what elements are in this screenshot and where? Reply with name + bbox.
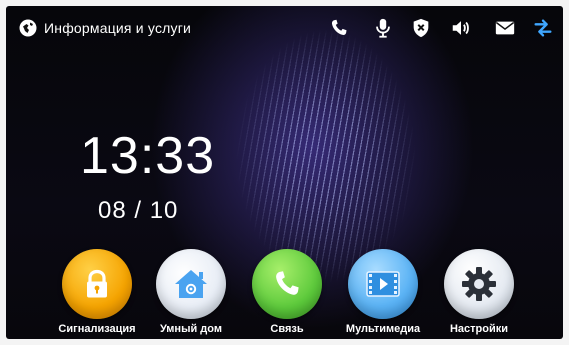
multimedia-icon xyxy=(366,271,400,297)
status-bar: Информация и услуги xyxy=(6,6,563,48)
clock-time: 13:33 xyxy=(80,127,216,185)
phone-icon xyxy=(276,271,299,295)
app-settings-button[interactable] xyxy=(444,249,514,319)
microphone-icon[interactable] xyxy=(372,17,394,39)
app-communication-label: Связь xyxy=(270,323,304,335)
app-smart-home-button[interactable] xyxy=(156,249,226,319)
clock-date: 08 / 10 xyxy=(98,197,179,224)
app-communication[interactable]: Связь xyxy=(242,249,332,339)
phone-icon[interactable] xyxy=(328,17,350,39)
app-alarm[interactable]: Сигнализация xyxy=(52,249,142,339)
speaker-icon[interactable] xyxy=(450,17,472,39)
app-settings-label: Настройки xyxy=(449,323,509,335)
app-alarm-label: Сигнализация xyxy=(58,323,136,335)
app-settings[interactable]: Настройки xyxy=(434,249,524,339)
gear-icon xyxy=(462,267,496,301)
shield-x-icon[interactable] xyxy=(410,17,432,39)
lock-icon xyxy=(87,269,107,298)
app-smart-home-label: Умный дом xyxy=(160,323,222,335)
mail-icon[interactable] xyxy=(493,17,517,39)
app-multimedia-label: Мультимедиа xyxy=(345,323,421,335)
home-screen: Информация и услуги 13:33 08 / 10 Сигнал… xyxy=(6,6,563,339)
app-smart-home[interactable]: Умный дом xyxy=(146,249,236,339)
app-multimedia[interactable]: Мультимедиа xyxy=(338,249,428,339)
app-multimedia-button[interactable] xyxy=(348,249,418,319)
smart-home-icon xyxy=(175,270,207,298)
sync-icon[interactable] xyxy=(532,17,554,39)
app-communication-button[interactable] xyxy=(252,249,322,319)
globe-icon xyxy=(19,19,37,37)
app-alarm-button[interactable] xyxy=(62,249,132,319)
page-title: Информация и услуги xyxy=(44,20,192,36)
